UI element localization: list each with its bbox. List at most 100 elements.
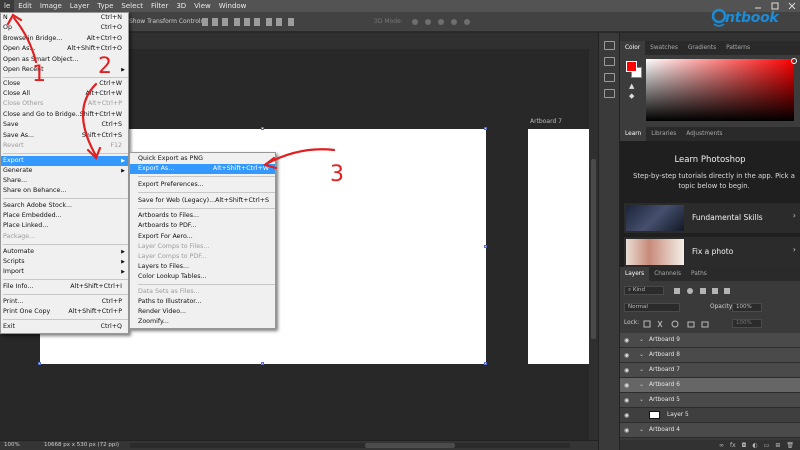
menu-item-file-info[interactable]: File Info... Alt+Shift+Ctrl+I bbox=[1, 282, 128, 292]
menu-item-share[interactable]: Share... bbox=[1, 176, 128, 186]
menu-item-share-on-behance[interactable]: Share on Behance... bbox=[1, 186, 128, 196]
transform-handle[interactable] bbox=[261, 127, 264, 130]
layer-row[interactable]: ◉ Layer 5 bbox=[620, 408, 800, 423]
menu-item-paths-to-illustrator[interactable]: Paths to Illustrator... bbox=[130, 297, 275, 307]
menu-item-print[interactable]: Print... Ctrl+P bbox=[1, 297, 128, 307]
transform-handle[interactable] bbox=[261, 362, 264, 365]
layer-row-selected[interactable]: ◉ ⌄ Artboard 6 bbox=[620, 378, 800, 393]
menu-item-place-linked[interactable]: Place Linked... bbox=[1, 221, 128, 231]
color-picker-cursor[interactable] bbox=[791, 58, 797, 64]
panel-toggle-icon[interactable] bbox=[604, 41, 615, 50]
menu-layer[interactable]: Layer bbox=[66, 0, 94, 12]
menu-item-scripts[interactable]: Scripts ▶ bbox=[1, 257, 128, 267]
eye-icon[interactable]: ◉ bbox=[624, 412, 629, 419]
menu-item-save-for-web[interactable]: Save for Web (Legacy)... Alt+Shift+Ctrl+S bbox=[130, 196, 275, 206]
layer-row[interactable]: ◉ ⌄ Artboard 5 bbox=[620, 393, 800, 408]
eye-icon[interactable]: ◉ bbox=[624, 397, 629, 404]
adjustment-icon[interactable]: ◐ bbox=[752, 442, 757, 449]
tab-color[interactable]: Color bbox=[620, 41, 646, 55]
chevron-down-icon[interactable]: ⌄ bbox=[639, 426, 644, 433]
menu-item-save[interactable]: Save Ctrl+S bbox=[1, 120, 128, 130]
chevron-down-icon[interactable]: ⌄ bbox=[639, 351, 644, 358]
zoom-level[interactable]: 100% bbox=[4, 442, 20, 448]
menu-item-quick-export-png[interactable]: Quick Export as PNG bbox=[130, 154, 275, 164]
layer-row[interactable]: ◉ ⌄ Artboard 4 bbox=[620, 423, 800, 438]
blend-mode-select[interactable]: Normal bbox=[624, 303, 680, 312]
trash-icon[interactable]: 🗑 bbox=[786, 442, 794, 449]
menu-item-artboards-to-files[interactable]: Artboards to Files... bbox=[130, 211, 275, 221]
show-transform-controls[interactable]: Show Transform Controls bbox=[129, 18, 204, 25]
menu-item-open-as[interactable]: Open As... Alt+Shift+Ctrl+O bbox=[1, 44, 128, 54]
menu-window[interactable]: Window bbox=[215, 0, 251, 12]
menu-item-exit[interactable]: Exit Ctrl+Q bbox=[1, 322, 128, 332]
menu-item-browse-in-bridge[interactable]: Browse in Bridge... Alt+Ctrl+O bbox=[1, 34, 128, 44]
menu-type[interactable]: Type bbox=[93, 0, 117, 12]
layer-name[interactable]: Artboard 4 bbox=[649, 427, 680, 433]
artboard-7[interactable] bbox=[528, 129, 594, 364]
align-icons[interactable] bbox=[200, 17, 300, 27]
menu-image[interactable]: Image bbox=[36, 0, 66, 12]
color-picker-field[interactable] bbox=[646, 59, 794, 121]
chevron-down-icon[interactable]: ⌄ bbox=[639, 366, 644, 373]
transform-handle[interactable] bbox=[484, 127, 487, 130]
menu-item-generate[interactable]: Generate ▶ bbox=[1, 166, 128, 176]
panel-toggle-icon[interactable] bbox=[604, 73, 615, 82]
fill-field[interactable]: 100% bbox=[732, 319, 762, 328]
learn-card-fundamental-skills[interactable]: Fundamental Skills › bbox=[624, 203, 800, 233]
menu-file[interactable]: le bbox=[0, 0, 15, 12]
layer-name[interactable]: Artboard 8 bbox=[649, 352, 680, 358]
tab-gradients[interactable]: Gradients bbox=[683, 41, 721, 55]
transform-handle[interactable] bbox=[484, 362, 487, 365]
menu-item-artboards-to-pdf[interactable]: Artboards to PDF... bbox=[130, 221, 275, 231]
chevron-down-icon[interactable]: ⌄ bbox=[639, 381, 644, 388]
transform-handle[interactable] bbox=[38, 362, 41, 365]
learn-card-fix-a-photo[interactable]: Fix a photo › bbox=[624, 237, 800, 267]
layer-name[interactable]: Artboard 5 bbox=[649, 397, 680, 403]
foreground-color-swatch[interactable] bbox=[626, 61, 637, 72]
layer-row[interactable]: ◉ ⌄ Artboard 9 bbox=[620, 333, 800, 348]
tab-channels[interactable]: Channels bbox=[649, 267, 686, 281]
menu-filter[interactable]: Filter bbox=[147, 0, 172, 12]
tab-adjustments[interactable]: Adjustments bbox=[681, 127, 727, 141]
menu-item-render-video[interactable]: Render Video... bbox=[130, 307, 275, 317]
panel-toggle-icon[interactable] bbox=[604, 89, 615, 98]
folder-icon[interactable]: ▭ bbox=[764, 442, 770, 449]
menu-item-place-embedded[interactable]: Place Embedded... bbox=[1, 211, 128, 221]
layer-name[interactable]: Artboard 9 bbox=[649, 337, 680, 343]
scroll-thumb[interactable] bbox=[591, 159, 596, 339]
menu-item-import[interactable]: Import ▶ bbox=[1, 267, 128, 277]
menu-item-layers-to-files[interactable]: Layers to Files... bbox=[130, 262, 275, 272]
menu-3d[interactable]: 3D bbox=[172, 0, 190, 12]
tab-libraries[interactable]: Libraries bbox=[646, 127, 681, 141]
layer-filter-kind[interactable]: ⌕ Kind bbox=[624, 286, 664, 295]
menu-item-export-preferences[interactable]: Export Preferences... bbox=[130, 180, 275, 190]
menu-item-close-and-go-to-bridge[interactable]: Close and Go to Bridge... Shift+Ctrl+W bbox=[1, 110, 128, 120]
menu-select[interactable]: Select bbox=[117, 0, 147, 12]
layer-name[interactable]: Artboard 7 bbox=[649, 367, 680, 373]
tab-patterns[interactable]: Patterns bbox=[721, 41, 755, 55]
eye-icon[interactable]: ◉ bbox=[624, 337, 629, 344]
menu-item-export-as[interactable]: Export As... Alt+Shift+Ctrl+W bbox=[130, 164, 275, 174]
tab-swatches[interactable]: Swatches bbox=[645, 41, 683, 55]
layer-row[interactable]: ◉ ⌄ Artboard 8 bbox=[620, 348, 800, 363]
scroll-thumb[interactable] bbox=[365, 443, 455, 448]
eye-icon[interactable]: ◉ bbox=[624, 382, 629, 389]
new-layer-icon[interactable]: ⊞ bbox=[775, 442, 780, 449]
layer-name[interactable]: Layer 5 bbox=[667, 412, 689, 418]
menu-item-print-one-copy[interactable]: Print One Copy Alt+Shift+Ctrl+P bbox=[1, 307, 128, 317]
menu-item-save-as[interactable]: Save As... Shift+Ctrl+S bbox=[1, 131, 128, 141]
tab-learn[interactable]: Learn bbox=[620, 127, 647, 141]
menu-item-open[interactable]: Op Ctrl+O bbox=[1, 23, 128, 33]
artboard7-label[interactable]: Artboard 7 bbox=[530, 118, 562, 125]
menu-item-new[interactable]: N Ctrl+N bbox=[1, 13, 128, 23]
vertical-scrollbar[interactable] bbox=[589, 49, 598, 440]
menu-edit[interactable]: Edit bbox=[14, 0, 36, 12]
eye-icon[interactable]: ◉ bbox=[624, 367, 629, 374]
menu-item-search-adobe-stock[interactable]: Search Adobe Stock... bbox=[1, 201, 128, 211]
eye-icon[interactable]: ◉ bbox=[624, 352, 629, 359]
panel-toggle-icon[interactable] bbox=[604, 57, 615, 66]
opacity-field[interactable]: 100% bbox=[732, 303, 762, 312]
layer-filter-icons[interactable] bbox=[672, 287, 792, 295]
menu-item-export[interactable]: Export ▶ bbox=[1, 156, 128, 166]
menu-item-automate[interactable]: Automate ▶ bbox=[1, 247, 128, 257]
